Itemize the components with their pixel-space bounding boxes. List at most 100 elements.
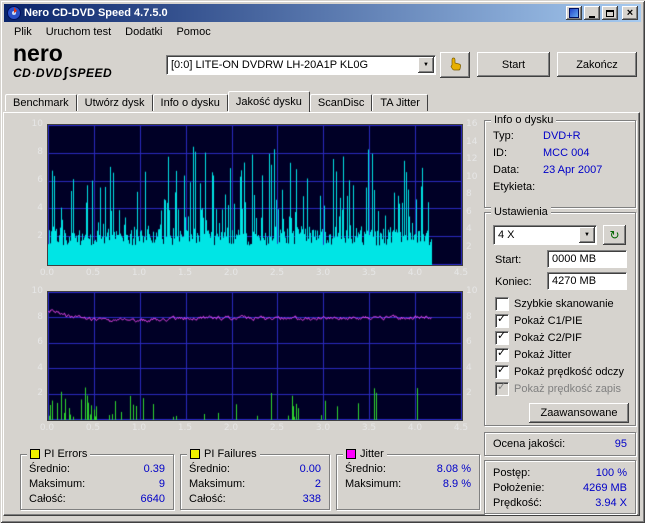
info-row: ID: MCC 004	[485, 146, 635, 161]
quality-score-label: Ocena jakości:	[493, 438, 566, 450]
info-value: 0.00	[299, 463, 321, 475]
checkbox-label: Pokaż C2/PIF	[514, 332, 582, 344]
minimize-button[interactable]	[584, 6, 600, 20]
checkbox-box[interactable]: ✓	[495, 364, 509, 379]
drive-select[interactable]: [0:0] LITE-ON DVDRW LH-20A1P KL0G ▼	[166, 55, 436, 75]
x-axis-tick: 4.0	[407, 423, 423, 433]
titlebar-buttons: ×	[566, 6, 638, 20]
info-value: 8.08 %	[436, 463, 471, 475]
x-axis-tick: 2.0	[223, 423, 239, 433]
checkbox-box[interactable]: ✓	[495, 347, 509, 362]
tab-scandisc[interactable]: ScanDisc	[309, 94, 373, 111]
y-axis-tick-right: 6	[466, 337, 472, 348]
menu-item-pomoc[interactable]: Pomoc	[169, 25, 217, 39]
checkbox-pokaż-c2-pif[interactable]: ✓ Pokaż C2/PIF	[495, 330, 582, 345]
minimize-icon	[589, 15, 595, 18]
legend-box-pi-failures: PI Failures Średnio: 0.00 Maksimum: 2 Całość:…	[180, 447, 330, 510]
checkbox-pokaż-prędkość-odczy[interactable]: ✓ Pokaż prędkość odczy	[495, 364, 624, 379]
x-axis-tick: 4.5	[453, 268, 469, 278]
checkbox-pokaż-c1-pie[interactable]: ✓ Pokaż C1/PIE	[495, 313, 582, 328]
x-axis-tick: 3.5	[361, 423, 377, 433]
info-label: Prędkość:	[493, 497, 542, 509]
info-row: Maksimum: 9	[21, 477, 173, 492]
menu-item-dodatki[interactable]: Dodatki	[118, 25, 169, 39]
tab-benchmark[interactable]: Benchmark	[5, 94, 77, 111]
x-axis-tick: 0.0	[39, 423, 55, 433]
quality-score-box: Ocena jakości: 95	[484, 432, 636, 456]
info-row: Prędkość: 3.94 X	[485, 496, 635, 511]
checkbox-box[interactable]	[495, 297, 509, 311]
progress-box: Postęp: 100 % Położenie: 4269 MB Prędkość: 3.…	[484, 460, 636, 514]
drive-select-value: [0:0] LITE-ON DVDRW LH-20A1P KL0G	[171, 59, 369, 71]
checkbox-box[interactable]: ✓	[495, 381, 509, 396]
checkbox-pokaż-jitter[interactable]: ✓ Pokaż Jitter	[495, 347, 571, 362]
header: nero CD·DVD∫SPEED [0:0] LITE-ON DVDRW LH…	[4, 40, 641, 90]
x-axis-tick: 2.5	[269, 268, 285, 278]
hand-icon-button[interactable]	[440, 52, 470, 78]
x-axis-tick: 4.0	[407, 268, 423, 278]
start-mb-input[interactable]: 0000 MB	[547, 250, 627, 268]
y-axis-tick-left: 8	[37, 147, 43, 157]
menu-item-plik[interactable]: Plik	[7, 25, 39, 39]
checkbox-pokaż-prędkość-zapis[interactable]: ✓ Pokaż prędkość zapis	[495, 381, 621, 396]
tab-jakość-dysku[interactable]: Jakość dysku	[227, 91, 310, 112]
info-label: Całość:	[189, 493, 226, 505]
y-axis-tick-left: 4	[37, 203, 43, 213]
advanced-button[interactable]: Zaawansowane	[529, 403, 629, 423]
x-axis-tick: 1.0	[131, 423, 147, 433]
refresh-button[interactable]: ↻	[603, 225, 626, 245]
start-mb-label: Start:	[495, 254, 522, 266]
settings-title: Ustawienia	[491, 205, 551, 219]
legend-title-text: PI Errors	[44, 448, 88, 460]
checkbox-label: Szybkie skanowanie	[514, 298, 614, 310]
info-value: 100 %	[595, 467, 627, 479]
x-axis-tick: 0.5	[85, 423, 101, 433]
end-mb-input[interactable]: 4270 MB	[547, 272, 627, 290]
info-row: Postęp: 100 %	[485, 466, 635, 481]
checkbox-box[interactable]: ✓	[495, 330, 509, 345]
start-mb-value: 0000 MB	[552, 253, 597, 265]
info-row: Typ: DVD+R	[485, 129, 635, 144]
end-mb-label: Koniec:	[495, 276, 532, 288]
chevron-down-icon[interactable]: ▼	[418, 57, 434, 73]
info-label: ID:	[493, 147, 508, 159]
checkbox-szybkie-skanowanie[interactable]: Szybkie skanowanie	[495, 297, 614, 311]
titlebar-extra-button[interactable]	[566, 6, 582, 20]
info-label: Średnio:	[189, 463, 230, 475]
chevron-down-icon[interactable]: ▼	[579, 227, 595, 243]
settings-group: Ustawienia 4 X ▼ ↻ Start: 0000 MB Koniec…	[484, 205, 636, 426]
info-row: Całość: 338	[181, 492, 329, 507]
tab-info-o-dysku[interactable]: Info o dysku	[152, 94, 228, 111]
y-axis-tick-left: 2	[37, 231, 43, 241]
info-row: Średnio: 0.39	[21, 462, 173, 477]
disc-info-title: Info o dysku	[491, 113, 557, 127]
exit-button[interactable]: Zakończ	[557, 52, 637, 77]
x-axis-tick: 4.5	[453, 423, 469, 433]
x-axis-tick: 3.0	[315, 268, 331, 278]
disc-info-group: Info o dysku Typ: DVD+R ID: MCC 004 Data: 23 …	[484, 113, 636, 208]
close-button[interactable]: ×	[622, 6, 638, 20]
tab-utwórz-dysk[interactable]: Utwórz dysk	[76, 94, 153, 111]
tab-strip: Benchmark Utwórz dysk Info o dysku Jakość d…	[5, 91, 428, 112]
charts-area: 0.0 0.5 1.0 1.5 2.0 2.5 3.0 3.5 4.0 4.5 10 8 6 4 2 16 14…	[4, 113, 482, 453]
menu-item-uruchom-test[interactable]: Uruchom test	[39, 25, 118, 39]
maximize-button[interactable]	[602, 6, 618, 20]
info-row: Etykieta:	[485, 180, 635, 195]
tab-ta-jitter[interactable]: TA Jitter	[372, 94, 428, 111]
close-icon: ×	[626, 6, 634, 19]
checkbox-box[interactable]: ✓	[495, 313, 509, 328]
info-value: 6640	[140, 493, 165, 505]
end-mb-value: 4270 MB	[552, 275, 597, 287]
check-icon: ✓	[497, 313, 507, 325]
speed-select[interactable]: 4 X ▼	[493, 225, 597, 245]
legend-color-swatch	[190, 449, 200, 459]
x-axis-tick: 2.5	[269, 423, 285, 433]
start-button[interactable]: Start	[477, 52, 550, 77]
info-value: 8.9 %	[442, 478, 471, 490]
info-value: 23 Apr 2007	[543, 164, 603, 176]
info-label: Położenie:	[493, 482, 545, 494]
x-axis-tick: 0.5	[85, 268, 101, 278]
info-value: 0.39	[143, 463, 165, 475]
checkbox-label: Pokaż prędkość zapis	[514, 383, 621, 395]
menubar: Plik Uruchom test Dodatki Pomoc	[4, 23, 641, 40]
